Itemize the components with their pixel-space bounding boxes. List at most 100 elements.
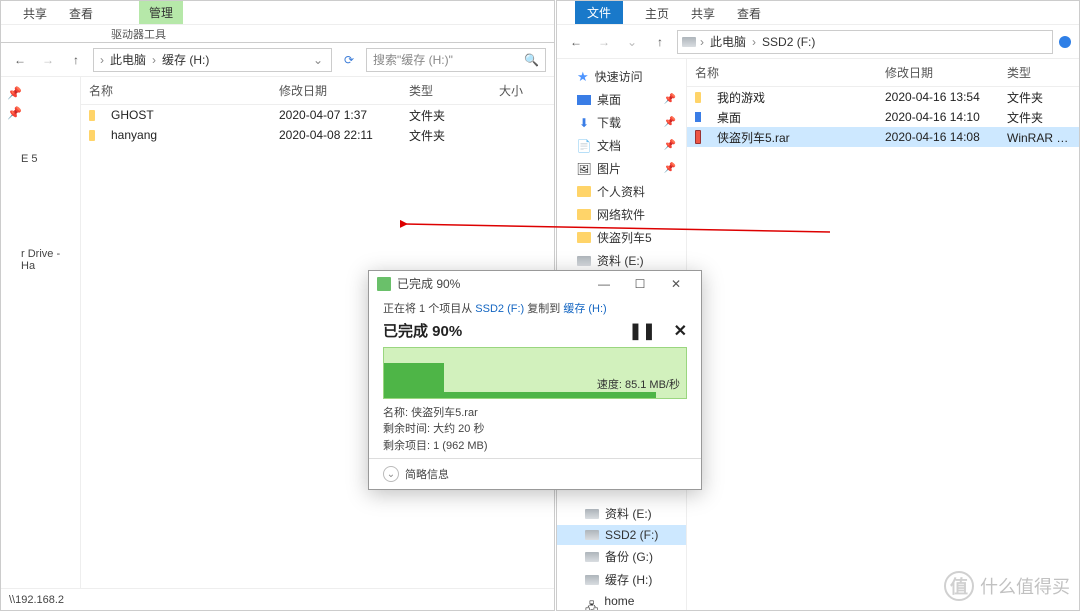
sidebar-item[interactable]: 网络软件 xyxy=(557,203,686,226)
file-row-selected[interactable]: 侠盗列车5.rar 2020-04-16 14:08 WinRAR 压缩文件 xyxy=(687,127,1079,147)
drive-icon xyxy=(682,37,696,47)
watermark-text: 什么值得买 xyxy=(980,573,1070,599)
nav-up[interactable]: ↑ xyxy=(649,31,671,53)
column-headers: 名称 修改日期 类型 xyxy=(687,59,1079,87)
watermark-icon: 值 xyxy=(944,571,974,601)
copy-progress-dialog[interactable]: 已完成 90% — ☐ ✕ 正在将 1 个项目从 SSD2 (F:) 复制到 缓… xyxy=(368,270,702,490)
details-toggle[interactable]: ⌄ 简略信息 xyxy=(369,458,701,489)
speed-label: 速度: 85.1 MB/秒 xyxy=(597,376,680,392)
nav-recent[interactable]: ⌄ xyxy=(621,31,643,53)
search-box-left[interactable]: 搜索"缓存 (H:)" 🔍 xyxy=(366,48,546,72)
file-type: 文件夹 xyxy=(999,89,1079,106)
drive-icon xyxy=(585,530,599,540)
file-rows-right[interactable]: 我的游戏 2020-04-16 13:54 文件夹 桌面 2020-04-16 … xyxy=(687,87,1079,610)
nav-back[interactable]: ← xyxy=(565,31,587,53)
nav-back[interactable]: ← xyxy=(9,49,31,71)
pin-icon: 📌 xyxy=(664,163,676,174)
file-name: 桌面 xyxy=(709,109,877,126)
col-size[interactable]: 大小 xyxy=(491,82,541,99)
ribbon-tabs-left: 共享 查看 管理 xyxy=(1,1,554,25)
status-path: \\192.168.2 xyxy=(9,594,64,606)
ribbon-tabs-right: 文件 主页 共享 查看 xyxy=(557,1,1079,25)
file-row[interactable]: GHOST 2020-04-07 1:37 文件夹 xyxy=(81,105,554,125)
tab-share[interactable]: 共享 xyxy=(687,3,719,24)
sidebar-item[interactable]: 个人资料 xyxy=(557,180,686,203)
dialog-titlebar[interactable]: 已完成 90% — ☐ ✕ xyxy=(369,271,701,296)
refresh-icon[interactable]: ⟳ xyxy=(338,49,360,71)
breadcrumb-pc[interactable]: 此电脑 xyxy=(108,51,148,68)
tab-manage[interactable]: 管理 xyxy=(139,1,183,24)
breadcrumb-drive[interactable]: SSD2 (F:) xyxy=(760,35,817,49)
doc-icon: 📄 xyxy=(577,139,591,153)
path-dropdown[interactable]: ⌄ xyxy=(309,53,327,67)
col-name[interactable]: 名称 xyxy=(687,64,877,81)
sidebar-item-desktop[interactable]: 桌面📌 xyxy=(557,88,686,111)
folder-icon xyxy=(89,110,95,121)
desktop-icon xyxy=(695,112,701,122)
sync-indicator-icon xyxy=(1059,36,1071,48)
breadcrumb-pc[interactable]: 此电脑 xyxy=(708,33,748,50)
col-date[interactable]: 修改日期 xyxy=(271,82,401,99)
sidebar-drive-e[interactable]: 资料 (E:) xyxy=(557,502,686,525)
sidebar-drive-f[interactable]: SSD2 (F:) xyxy=(557,525,686,545)
tab-file[interactable]: 文件 xyxy=(575,1,623,24)
sidebar-item-downloads[interactable]: ⬇下载📌 xyxy=(557,111,686,134)
sidebar-frag: r Drive - Ha xyxy=(1,168,80,275)
nav-fwd[interactable]: → xyxy=(37,49,59,71)
col-date[interactable]: 修改日期 xyxy=(877,64,999,81)
status-bar-left: \\192.168.2 xyxy=(1,588,554,610)
minimize-button[interactable]: — xyxy=(587,273,621,295)
dialog-title: 已完成 90% xyxy=(397,275,460,292)
col-type[interactable]: 类型 xyxy=(401,82,491,99)
sidebar-drive-g[interactable]: 备份 (G:) xyxy=(557,545,686,568)
dst-link[interactable]: 缓存 (H:) xyxy=(563,303,606,315)
watermark: 值 什么值得买 xyxy=(944,571,1070,601)
tab-view[interactable]: 查看 xyxy=(733,3,765,24)
folder-icon xyxy=(577,186,591,197)
src-link[interactable]: SSD2 (F:) xyxy=(475,303,524,315)
drive-icon xyxy=(585,552,599,562)
file-row[interactable]: hanyang 2020-04-08 22:11 文件夹 xyxy=(81,125,554,145)
sidebar-item-documents[interactable]: 📄文档📌 xyxy=(557,134,686,157)
quick-access-label: 快速访问 xyxy=(595,68,643,85)
folder-icon xyxy=(89,130,95,141)
col-name[interactable]: 名称 xyxy=(81,82,271,99)
sidebar-item[interactable]: 侠盗列车5 xyxy=(557,226,686,249)
download-icon: ⬇ xyxy=(577,116,591,130)
sidebar-pin: 📌 xyxy=(1,103,80,123)
sidebar-left: 📌 📌 E 5 r Drive - Ha xyxy=(1,77,81,588)
col-type[interactable]: 类型 xyxy=(999,64,1079,81)
path-box-right[interactable]: › 此电脑 › SSD2 (F:) xyxy=(677,30,1053,54)
sidebar-network-drive[interactable]: 🖧home (\\192.168.2 xyxy=(557,591,686,610)
file-type: 文件夹 xyxy=(401,107,453,124)
file-date: 2020-04-07 1:37 xyxy=(271,108,401,122)
file-name: 我的游戏 xyxy=(709,89,877,106)
contextual-drive-tools[interactable]: 驱动器工具 xyxy=(111,26,166,42)
pin-icon: 📌 xyxy=(664,117,676,128)
file-row[interactable]: 桌面 2020-04-16 14:10 文件夹 xyxy=(687,107,1079,127)
close-button[interactable]: ✕ xyxy=(659,273,693,295)
netdrive-icon: 🖧 xyxy=(585,601,598,610)
copy-meta: 名称: 侠盗列车5.rar 剩余时间: 大约 20 秒 剩余项目: 1 (962… xyxy=(369,401,701,459)
tab-view[interactable]: 查看 xyxy=(65,3,97,24)
desktop-icon xyxy=(577,95,591,105)
path-box-left[interactable]: › 此电脑 › 缓存 (H:) ⌄ xyxy=(93,48,332,72)
sidebar-drive-h[interactable]: 缓存 (H:) xyxy=(557,568,686,591)
file-date: 2020-04-16 13:54 xyxy=(877,90,999,104)
drive-icon xyxy=(577,256,591,266)
tab-share[interactable]: 共享 xyxy=(19,3,51,24)
sidebar-pin: 📌 xyxy=(1,83,80,103)
file-row[interactable]: 我的游戏 2020-04-16 13:54 文件夹 xyxy=(687,87,1079,107)
sidebar-item-pictures[interactable]: 🖼图片📌 xyxy=(557,157,686,180)
maximize-button[interactable]: ☐ xyxy=(623,273,657,295)
quick-access[interactable]: ★ 快速访问 xyxy=(557,65,686,88)
breadcrumb-drive[interactable]: 缓存 (H:) xyxy=(160,51,211,68)
ribbon-sub: 驱动器工具 xyxy=(1,25,554,43)
tab-home[interactable]: 主页 xyxy=(641,3,673,24)
cancel-button[interactable]: ✕ xyxy=(674,321,687,341)
nav-up[interactable]: ↑ xyxy=(65,49,87,71)
pause-button[interactable]: ❚❚ xyxy=(629,321,656,341)
file-name: hanyang xyxy=(103,128,271,142)
nav-fwd[interactable]: → xyxy=(593,31,615,53)
sidebar-item-drive-e[interactable]: 资料 (E:) xyxy=(557,249,686,272)
